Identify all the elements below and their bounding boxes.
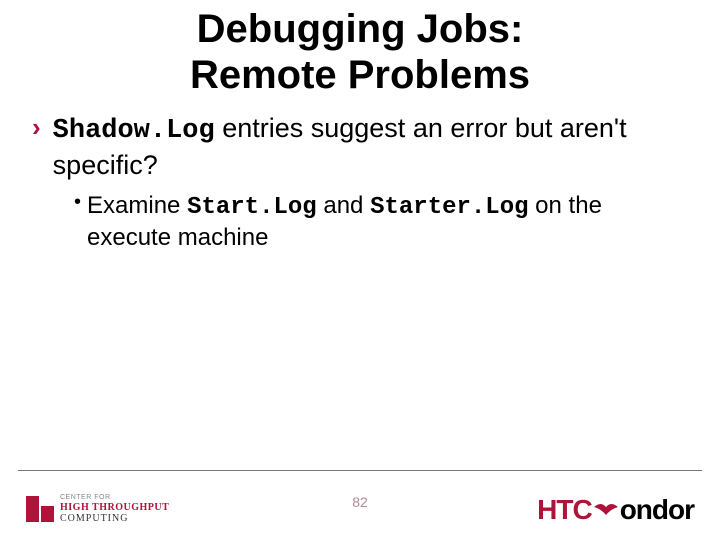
logo-chtc-line1: CENTER FOR: [60, 494, 169, 502]
logo-htc-black: ondor: [620, 494, 694, 525]
logo-bar: [26, 496, 39, 522]
logo-bar: [41, 506, 54, 522]
logo-chtc-line2: HIGH THROUGHPUT: [60, 502, 169, 513]
logo-chtc: CENTER FOR HIGH THROUGHPUT COMPUTING: [26, 494, 169, 524]
bullet-2-mid: and: [317, 192, 370, 219]
bullet-dot-icon: •: [74, 191, 81, 213]
title-line-1: Debugging Jobs:: [197, 7, 524, 51]
logo-chtc-mark-icon: [26, 496, 54, 522]
slide: Debugging Jobs: Remote Problems › Shadow…: [0, 0, 720, 540]
logo-htcondor: HTC ondor: [537, 494, 694, 526]
slide-title: Debugging Jobs: Remote Problems: [0, 0, 720, 98]
logo-chtc-text: CENTER FOR HIGH THROUGHPUT COMPUTING: [60, 494, 169, 524]
footer-divider: [18, 470, 702, 471]
logo-chtc-line3: COMPUTING: [60, 513, 169, 524]
bullet-level-1: › Shadow.Log entries suggest an error bu…: [30, 112, 690, 183]
slide-body: › Shadow.Log entries suggest an error bu…: [0, 98, 720, 253]
bullet-2-pre: Examine: [87, 192, 187, 219]
chevron-right-icon: ›: [32, 112, 41, 143]
code-startlog: Start.Log: [187, 194, 317, 221]
bullet-2-text: Examine Start.Log and Starter.Log on the…: [87, 191, 690, 253]
title-line-2: Remote Problems: [190, 53, 530, 97]
logo-htcondor-text: HTC ondor: [537, 494, 694, 526]
bird-icon: [593, 501, 619, 521]
bullet-1-text: Shadow.Log entries suggest an error but …: [53, 112, 690, 183]
footer: 82 CENTER FOR HIGH THROUGHPUT COMPUTING …: [0, 470, 720, 540]
code-shadowlog: Shadow.Log: [53, 116, 215, 146]
code-starterlog: Starter.Log: [370, 194, 528, 221]
bullet-level-2: • Examine Start.Log and Starter.Log on t…: [74, 191, 690, 253]
logo-htc-red: HTC: [537, 494, 592, 525]
